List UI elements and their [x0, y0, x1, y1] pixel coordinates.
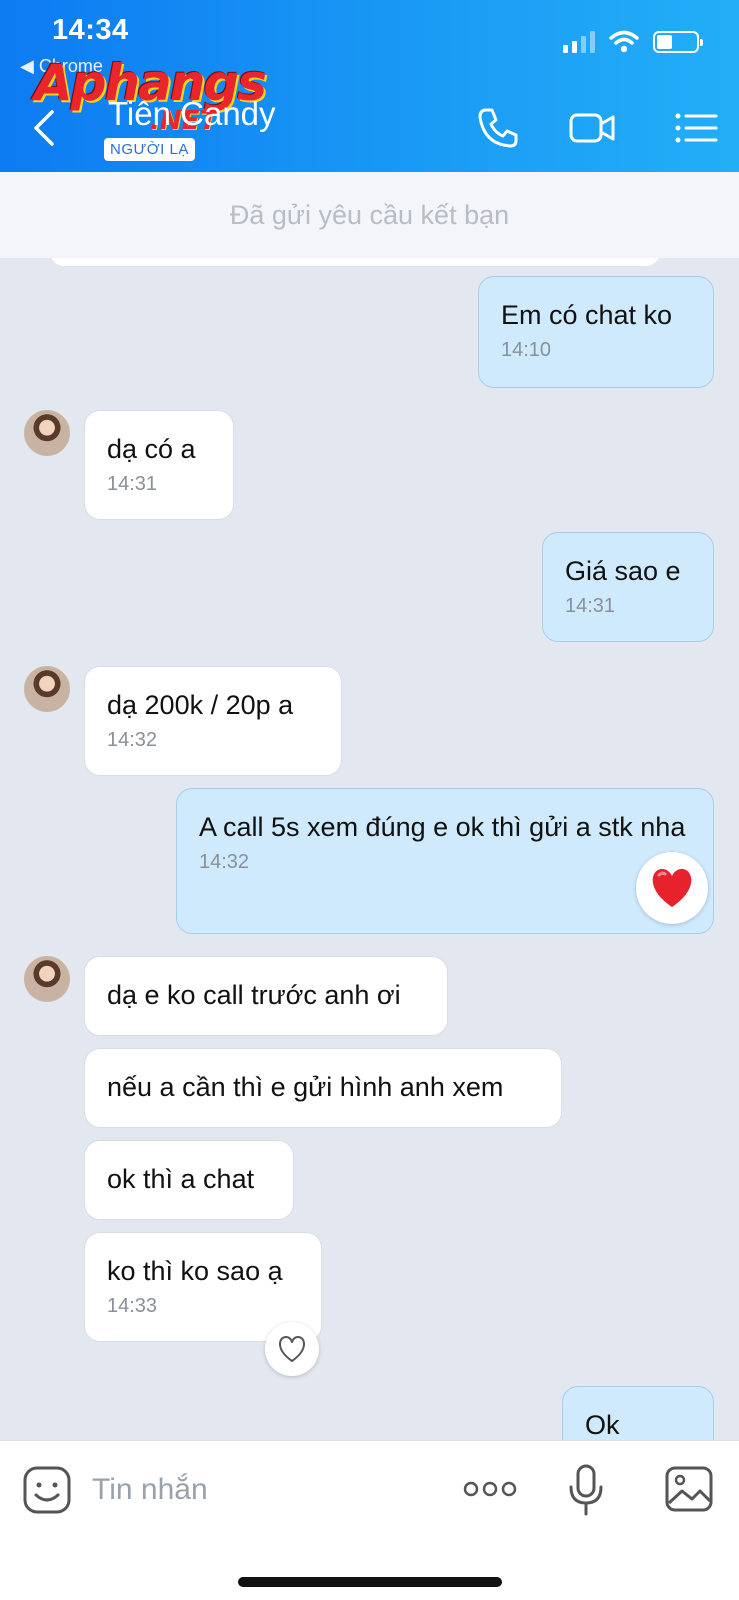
chat-header: 14:34 ◀ Chrome Aphangs .NET Tiên Candy N… [0, 0, 739, 172]
message-text: dạ 200k / 20p a [107, 690, 294, 720]
message-text: A call 5s xem đúng e ok thì gửi a stk nh… [199, 812, 686, 842]
heart-outline-icon [279, 1336, 305, 1362]
back-chevron-icon[interactable] [26, 106, 66, 150]
message-bubble-incoming[interactable]: ok thì a chat [84, 1140, 294, 1220]
sticker-emoji-icon[interactable] [22, 1465, 72, 1515]
contact-avatar[interactable] [24, 956, 70, 1002]
message-time: 14:32 [107, 729, 158, 751]
message-bubble-incoming[interactable]: dạ có a 14:31 [84, 410, 234, 520]
message-bubble-incoming[interactable]: dạ 200k / 20p a 14:32 [84, 666, 342, 776]
message-input[interactable] [92, 1465, 432, 1515]
home-indicator[interactable] [238, 1577, 502, 1587]
status-icons [563, 30, 703, 54]
message-text: Em có chat ko [501, 300, 673, 330]
message-text: Giá sao e [565, 556, 681, 586]
stranger-badge: NGƯỜI LẠ [104, 138, 195, 161]
message-text: ko thì ko sao ạ [107, 1256, 283, 1286]
heart-filled-icon [652, 869, 692, 907]
friend-request-text: Đã gửi yêu cầu kết bạn [229, 199, 510, 230]
phone-call-icon[interactable] [474, 104, 522, 152]
pinned-card-edge [50, 258, 660, 266]
message-composer [0, 1440, 739, 1600]
battery-icon [653, 31, 703, 53]
friend-request-status: Đã gửi yêu cầu kết bạn [0, 172, 739, 258]
message-text: nếu a cần thì e gửi hình anh xem [107, 1072, 504, 1102]
video-call-icon[interactable] [568, 104, 616, 152]
message-text: dạ e ko call trước anh ơi [107, 980, 401, 1010]
message-text: Ok [585, 1410, 620, 1440]
message-bubble-outgoing[interactable]: Giá sao e 14:31 [542, 532, 714, 642]
menu-list-icon[interactable] [672, 104, 720, 152]
message-list[interactable]: Em có chat ko 14:10 dạ có a 14:31 Giá sa… [0, 258, 739, 1440]
message-time: 14:33 [107, 1295, 158, 1317]
message-time: 14:32 [199, 851, 250, 873]
contact-avatar[interactable] [24, 410, 70, 456]
message-bubble-incoming[interactable]: nếu a cần thì e gửi hình anh xem [84, 1048, 562, 1128]
message-time: 14:31 [565, 595, 616, 617]
message-bubble-outgoing[interactable]: Ok [562, 1386, 714, 1440]
reaction-heart[interactable] [636, 852, 708, 924]
status-time: 14:34 [52, 14, 129, 46]
signal-icon [563, 31, 595, 53]
wifi-icon [609, 30, 639, 53]
contact-name[interactable]: Tiên Candy [108, 95, 276, 133]
more-options-icon[interactable] [462, 1471, 518, 1507]
message-bubble-incoming[interactable]: dạ e ko call trước anh ơi [84, 956, 448, 1036]
message-bubble-outgoing[interactable]: A call 5s xem đúng e ok thì gửi a stk nh… [176, 788, 714, 934]
message-text: dạ có a [107, 434, 196, 464]
microphone-icon[interactable] [566, 1463, 606, 1517]
message-time: 14:10 [501, 339, 552, 361]
message-time: 14:31 [107, 473, 158, 495]
message-bubble-outgoing[interactable]: Em có chat ko 14:10 [478, 276, 714, 388]
reaction-button[interactable] [265, 1322, 319, 1376]
image-gallery-icon[interactable] [664, 1465, 714, 1513]
message-text: ok thì a chat [107, 1164, 255, 1194]
contact-avatar[interactable] [24, 666, 70, 712]
